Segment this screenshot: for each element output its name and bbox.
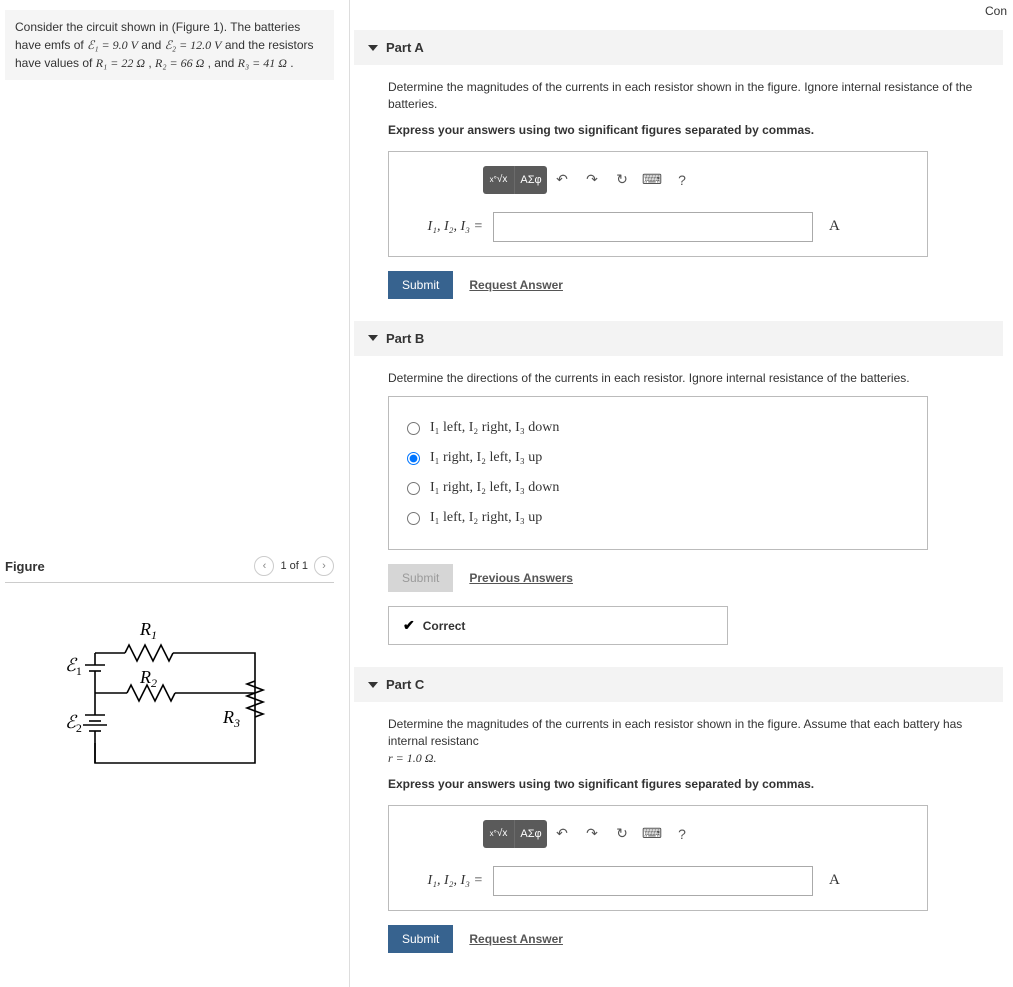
figure-prev-button[interactable]: ‹ bbox=[254, 556, 274, 576]
redo-icon[interactable]: ↷ bbox=[577, 166, 607, 194]
figure-header: Figure ‹ 1 of 1 › bbox=[5, 550, 334, 583]
problem-comma2: , and bbox=[208, 56, 238, 70]
templates-icon[interactable]: x°√x bbox=[483, 820, 515, 848]
problem-statement: Consider the circuit shown in (Figure 1)… bbox=[5, 10, 334, 80]
part-b: Part B Determine the directions of the c… bbox=[354, 321, 1003, 660]
part-a-header[interactable]: Part A bbox=[354, 30, 1003, 65]
help-icon[interactable]: ? bbox=[667, 820, 697, 848]
part-c-instruction: Express your answers using two significa… bbox=[388, 777, 989, 791]
mc-option-1[interactable]: I₁ right, I₂ left, I₃ up bbox=[407, 443, 909, 473]
templates-icon[interactable]: x°√x bbox=[483, 166, 515, 194]
part-c-unit: A bbox=[829, 872, 840, 889]
part-a-title: Part A bbox=[386, 40, 424, 55]
mc-option-0[interactable]: I₁ left, I₂ right, I₃ down bbox=[407, 413, 909, 443]
part-b-options: I₁ left, I₂ right, I₃ down I₁ right, I₂ … bbox=[388, 396, 928, 550]
part-a: Part A Determine the magnitudes of the c… bbox=[354, 30, 1003, 313]
problem-r1: R₁ = 22 Ω bbox=[96, 56, 145, 70]
part-c-title: Part C bbox=[386, 677, 424, 692]
feedback-text: Correct bbox=[423, 619, 466, 633]
figure-pager: ‹ 1 of 1 › bbox=[254, 556, 334, 576]
part-a-input-label: I₁, I₂, I₃ = bbox=[403, 219, 483, 235]
undo-icon[interactable]: ↶ bbox=[547, 166, 577, 194]
label-e1: ℰ1 bbox=[65, 655, 82, 678]
mc-radio-2[interactable] bbox=[407, 482, 420, 495]
part-c-input[interactable] bbox=[493, 866, 813, 896]
mc-radio-3[interactable] bbox=[407, 512, 420, 525]
problem-r3: R₃ = 41 Ω bbox=[238, 56, 287, 70]
mc-option-2[interactable]: I₁ right, I₂ left, I₃ down bbox=[407, 473, 909, 503]
part-c-input-label: I₁, I₂, I₃ = bbox=[403, 873, 483, 889]
part-a-prompt: Determine the magnitudes of the currents… bbox=[388, 79, 989, 113]
part-a-instruction: Express your answers using two significa… bbox=[388, 123, 989, 137]
keyboard-icon[interactable]: ⌨ bbox=[637, 166, 667, 194]
part-b-title: Part B bbox=[386, 331, 424, 346]
part-a-input[interactable] bbox=[493, 212, 813, 242]
problem-comma1: , bbox=[148, 56, 155, 70]
figure-pager-text: 1 of 1 bbox=[280, 560, 308, 572]
undo-icon[interactable]: ↶ bbox=[547, 820, 577, 848]
part-a-toolbar: x°√x ΑΣφ ↶ ↷ ↻ ⌨ ? bbox=[483, 166, 913, 194]
mc-label-1: I₁ right, I₂ left, I₃ up bbox=[430, 450, 542, 466]
label-r2: R2 bbox=[139, 667, 157, 690]
keyboard-icon[interactable]: ⌨ bbox=[637, 820, 667, 848]
mc-radio-0[interactable] bbox=[407, 422, 420, 435]
mc-radio-1[interactable] bbox=[407, 452, 420, 465]
figure-title: Figure bbox=[5, 559, 45, 574]
top-right-label: Con bbox=[350, 0, 1013, 22]
problem-e2: ℰ₂ = 12.0 V bbox=[165, 38, 222, 52]
part-c: Part C Determine the magnitudes of the c… bbox=[354, 667, 1003, 966]
part-b-prompt: Determine the directions of the currents… bbox=[388, 370, 989, 387]
part-b-previous-answers-link[interactable]: Previous Answers bbox=[469, 571, 573, 585]
part-a-submit-button[interactable]: Submit bbox=[388, 271, 453, 299]
part-c-request-answer-link[interactable]: Request Answer bbox=[469, 932, 563, 946]
part-b-feedback: ✔ Correct bbox=[388, 606, 728, 645]
help-icon[interactable]: ? bbox=[667, 166, 697, 194]
reset-icon[interactable]: ↻ bbox=[607, 820, 637, 848]
redo-icon[interactable]: ↷ bbox=[577, 820, 607, 848]
part-a-request-answer-link[interactable]: Request Answer bbox=[469, 278, 563, 292]
label-r3: R3 bbox=[222, 707, 240, 730]
problem-and1: and bbox=[141, 38, 164, 52]
symbols-icon[interactable]: ΑΣφ bbox=[515, 166, 547, 194]
part-a-unit: A bbox=[829, 218, 840, 235]
label-e2: ℰ2 bbox=[65, 712, 82, 735]
part-c-answer-box: x°√x ΑΣφ ↶ ↷ ↻ ⌨ ? I₁, I₂, I₃ = A bbox=[388, 805, 928, 911]
caret-down-icon bbox=[368, 682, 378, 688]
reset-icon[interactable]: ↻ bbox=[607, 166, 637, 194]
part-c-prompt-pre: Determine the magnitudes of the currents… bbox=[388, 717, 962, 748]
part-b-submit-button: Submit bbox=[388, 564, 453, 592]
symbols-icon[interactable]: ΑΣφ bbox=[515, 820, 547, 848]
mc-label-0: I₁ left, I₂ right, I₃ down bbox=[430, 420, 559, 436]
figure-next-button[interactable]: › bbox=[314, 556, 334, 576]
mc-label-2: I₁ right, I₂ left, I₃ down bbox=[430, 480, 559, 496]
part-c-toolbar: x°√x ΑΣφ ↶ ↷ ↻ ⌨ ? bbox=[483, 820, 913, 848]
part-c-prompt-r: r = 1.0 Ω. bbox=[388, 751, 436, 765]
label-r1: R1 bbox=[139, 619, 157, 642]
caret-down-icon bbox=[368, 335, 378, 341]
part-a-answer-box: x°√x ΑΣφ ↶ ↷ ↻ ⌨ ? I₁, I₂, I₃ = A bbox=[388, 151, 928, 257]
part-c-prompt: Determine the magnitudes of the currents… bbox=[388, 716, 989, 766]
problem-period: . bbox=[290, 56, 293, 70]
part-c-header[interactable]: Part C bbox=[354, 667, 1003, 702]
circuit-figure: R1 R2 R3 ℰ1 ℰ2 bbox=[5, 583, 334, 813]
mc-label-3: I₁ left, I₂ right, I₃ up bbox=[430, 510, 542, 526]
check-icon: ✔ bbox=[403, 617, 415, 634]
mc-option-3[interactable]: I₁ left, I₂ right, I₃ up bbox=[407, 503, 909, 533]
caret-down-icon bbox=[368, 45, 378, 51]
part-b-header[interactable]: Part B bbox=[354, 321, 1003, 356]
problem-r2: R₂ = 66 Ω bbox=[155, 56, 204, 70]
part-c-submit-button[interactable]: Submit bbox=[388, 925, 453, 953]
problem-e1: ℰ₁ = 9.0 V bbox=[87, 38, 138, 52]
